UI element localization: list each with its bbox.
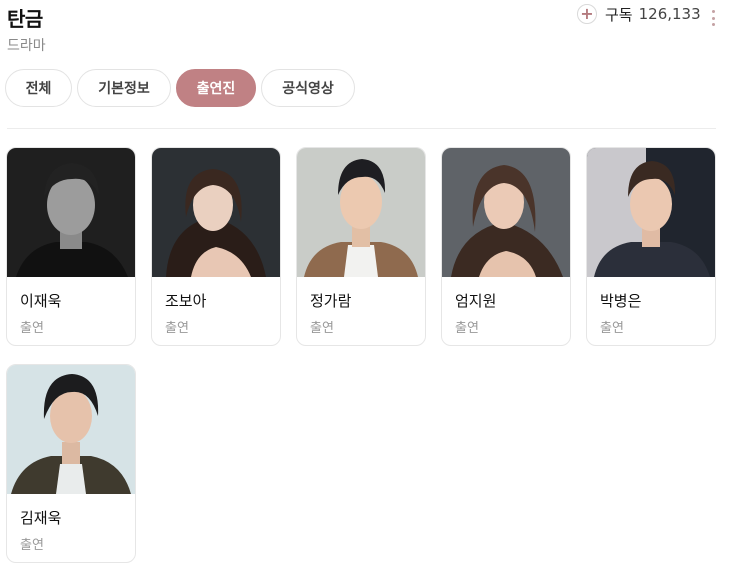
cast-photo bbox=[7, 365, 135, 494]
cast-role: 출연 bbox=[20, 538, 44, 553]
tab-bar: 전체 기본정보 출연진 공식영상 bbox=[5, 69, 355, 107]
cast-photo bbox=[7, 148, 135, 277]
cast-card[interactable]: 조보아 출연 bbox=[151, 147, 281, 346]
cast-role: 출연 bbox=[20, 321, 44, 336]
subscribe-label: 구독 bbox=[605, 5, 633, 24]
more-options-icon[interactable] bbox=[710, 10, 716, 26]
cast-grid: 이재욱 출연 조보아 출연 정가람 출연 엄지원 출연 박병은 출연 김재욱 출… bbox=[6, 147, 716, 563]
tab-official-video[interactable]: 공식영상 bbox=[261, 69, 355, 107]
cast-name: 조보아 bbox=[165, 292, 207, 310]
subscriber-count: 126,133 bbox=[638, 5, 701, 23]
cast-role: 출연 bbox=[600, 321, 624, 336]
tab-basic-info[interactable]: 기본정보 bbox=[77, 69, 171, 107]
divider bbox=[7, 128, 716, 129]
plus-icon: + bbox=[577, 4, 597, 24]
tab-all[interactable]: 전체 bbox=[5, 69, 72, 107]
cast-role: 출연 bbox=[165, 321, 189, 336]
cast-card[interactable]: 박병은 출연 bbox=[586, 147, 716, 346]
cast-card[interactable]: 이재욱 출연 bbox=[6, 147, 136, 346]
tab-cast[interactable]: 출연진 bbox=[176, 69, 256, 107]
cast-card[interactable]: 엄지원 출연 bbox=[441, 147, 571, 346]
cast-photo bbox=[587, 148, 715, 277]
subscribe-button[interactable]: + 구독 126,133 bbox=[577, 3, 701, 25]
cast-photo bbox=[442, 148, 570, 277]
cast-name: 정가람 bbox=[310, 292, 352, 310]
cast-name: 이재욱 bbox=[20, 292, 62, 310]
cast-photo bbox=[152, 148, 280, 277]
cast-card[interactable]: 김재욱 출연 bbox=[6, 364, 136, 563]
cast-name: 엄지원 bbox=[455, 292, 497, 310]
cast-role: 출연 bbox=[310, 321, 334, 336]
cast-role: 출연 bbox=[455, 321, 479, 336]
cast-photo bbox=[297, 148, 425, 277]
page-title: 탄금 bbox=[7, 7, 43, 31]
cast-name: 김재욱 bbox=[20, 509, 62, 527]
genre-label: 드라마 bbox=[7, 38, 46, 54]
cast-name: 박병은 bbox=[600, 292, 642, 310]
cast-card[interactable]: 정가람 출연 bbox=[296, 147, 426, 346]
